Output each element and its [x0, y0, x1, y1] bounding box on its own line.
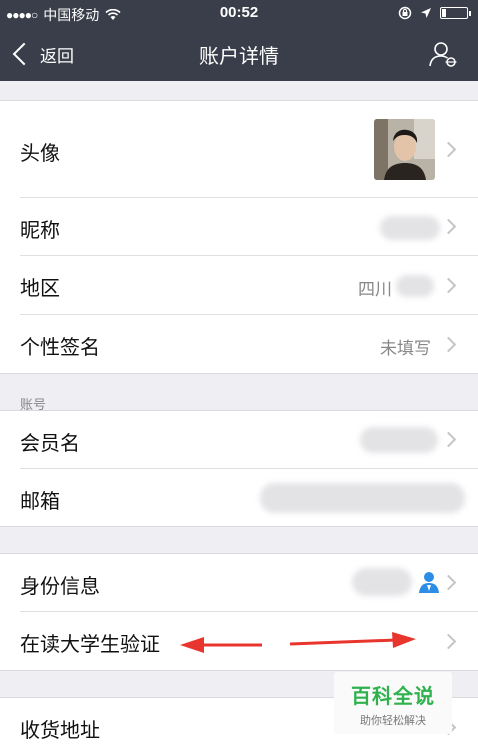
annotation-arrows — [180, 632, 416, 653]
email-label: 邮箱 — [20, 491, 60, 513]
region-label: 地区 — [20, 278, 60, 300]
chevron-right-icon — [440, 336, 457, 353]
address-label: 收货地址 — [20, 720, 100, 742]
nickname-row[interactable]: 昵称 — [0, 198, 478, 255]
battery-level — [442, 9, 446, 17]
region-row[interactable]: 地区 四川 — [0, 256, 478, 314]
signature-label: 个性签名 — [20, 337, 100, 359]
location-icon — [421, 8, 431, 18]
battery-icon — [440, 7, 471, 19]
avatar-photo — [374, 119, 435, 180]
avatar-label: 头像 — [20, 143, 60, 165]
member-name-value-redacted — [360, 427, 438, 453]
profile-settings-icon[interactable] — [428, 40, 458, 68]
identity-label: 身份信息 — [20, 576, 100, 598]
status-right — [398, 6, 471, 20]
chevron-right-icon — [440, 574, 457, 591]
watermark-title: 百科全说 — [351, 686, 435, 708]
member-name-row[interactable]: 会员名 — [0, 411, 478, 468]
region-value: 四川 — [358, 280, 392, 299]
navigation-bar: 返回 账户详情 — [0, 28, 478, 81]
email-row[interactable]: 邮箱 — [0, 469, 478, 526]
nickname-value-redacted — [380, 216, 440, 240]
chevron-right-icon — [440, 218, 457, 235]
avatar[interactable] — [374, 119, 435, 180]
status-bar: ●●●●○ 中国移动 00:52 — [0, 0, 478, 28]
identity-row[interactable]: 身份信息 — [0, 554, 478, 611]
email-value-redacted — [260, 483, 465, 513]
verified-user-icon — [419, 572, 439, 593]
signature-value: 未填写 — [380, 339, 431, 358]
header: ●●●●○ 中国移动 00:52 返回 账户详情 — [0, 0, 478, 81]
nickname-label: 昵称 — [20, 220, 60, 242]
identity-value-redacted — [352, 568, 412, 596]
watermark-subtitle: 助你轻松解决 — [360, 715, 426, 727]
page-title: 账户详情 — [199, 46, 279, 68]
chevron-right-icon — [440, 141, 457, 158]
region-value-redacted — [396, 275, 434, 297]
rotation-lock-icon — [398, 6, 412, 20]
member-name-label: 会员名 — [20, 433, 80, 455]
arrow-left-icon — [180, 637, 262, 653]
watermark-logo: 百科全说 助你轻松解决 — [334, 672, 452, 734]
arrow-right-icon — [289, 632, 416, 648]
chevron-right-icon — [440, 431, 457, 448]
chevron-right-icon — [440, 277, 457, 294]
signature-row[interactable]: 个性签名 未填写 — [0, 315, 478, 373]
